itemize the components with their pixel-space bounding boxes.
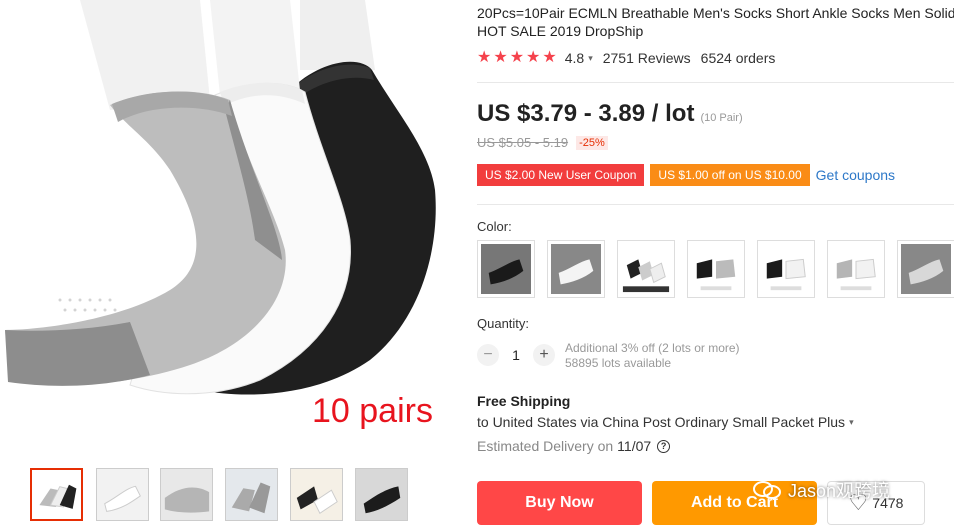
quantity-increase-button[interactable]: + bbox=[533, 344, 555, 366]
swatch-white[interactable] bbox=[547, 240, 605, 298]
quantity-stepper: − 1 + bbox=[477, 343, 555, 367]
product-info-panel: 20Pcs=10Pair ECMLN Breathable Men's Sock… bbox=[473, 0, 954, 530]
thumbnail-4[interactable] bbox=[225, 468, 278, 521]
delivery-prefix: Estimated Delivery on bbox=[477, 438, 614, 454]
socks-illustration bbox=[5, 0, 436, 395]
rating-score[interactable]: 4.8 bbox=[565, 50, 584, 66]
orders-count: 6524 orders bbox=[700, 50, 776, 66]
thumbnail-3[interactable] bbox=[160, 468, 213, 521]
product-gallery: 10 pairs bbox=[0, 0, 452, 530]
quantity-label: Quantity: bbox=[477, 316, 530, 331]
store-coupon[interactable]: US $1.00 off on US $10.00 bbox=[647, 164, 813, 186]
estimated-delivery: Estimated Delivery on 11/07 ? bbox=[477, 438, 671, 454]
delivery-date: 11/07 bbox=[617, 438, 652, 454]
quantity-input[interactable]: 1 bbox=[499, 347, 533, 363]
thumbnail-2[interactable] bbox=[96, 468, 149, 521]
stock-available: 58895 lots available bbox=[565, 356, 672, 370]
buy-now-button[interactable]: Buy Now bbox=[477, 481, 642, 525]
product-title-line-1: 20Pcs=10Pair ECMLN Breathable Men's Sock… bbox=[477, 5, 954, 21]
original-price-row: US $5.05 - 5.19 -25% bbox=[477, 135, 608, 150]
help-icon[interactable]: ? bbox=[657, 439, 671, 453]
main-product-image[interactable]: 10 pairs bbox=[0, 0, 452, 455]
coupon-row: US $2.00 New User Coupon US $1.00 off on… bbox=[473, 164, 895, 186]
quantity-note: Additional 3% off (2 lots or more) 58895… bbox=[565, 341, 740, 371]
quantity-decrease-button[interactable]: − bbox=[477, 344, 499, 366]
rating-row: ★ ★ ★ ★ ★ 4.8 ▾ 2751 Reviews 6524 orders bbox=[477, 48, 775, 68]
color-label: Color: bbox=[477, 219, 512, 234]
star-icon: ★ bbox=[493, 49, 508, 66]
star-icon: ★ bbox=[542, 49, 557, 66]
chevron-down-icon[interactable]: ▾ bbox=[849, 417, 854, 428]
current-price: US $3.79 - 3.89 / lot bbox=[477, 100, 695, 127]
swatch-mixed-3-colors[interactable] bbox=[617, 240, 675, 298]
swatch-5-grey-5-white[interactable] bbox=[827, 240, 885, 298]
thumbnail-5[interactable] bbox=[290, 468, 343, 521]
price-unit: (10 Pair) bbox=[700, 112, 743, 124]
bulk-discount-note: Additional 3% off (2 lots or more) bbox=[565, 341, 740, 355]
divider bbox=[477, 204, 954, 205]
swatch-black[interactable] bbox=[477, 240, 535, 298]
thumbnail-1[interactable] bbox=[30, 468, 83, 521]
original-price: US $5.05 - 5.19 bbox=[477, 135, 569, 150]
thumbnail-6[interactable] bbox=[355, 468, 408, 521]
watermark: Jason观跨境 bbox=[752, 478, 890, 502]
product-title-line-2: HOT SALE 2019 DropShip bbox=[477, 23, 644, 39]
star-icon: ★ bbox=[509, 49, 525, 66]
new-user-coupon[interactable]: US $2.00 New User Coupon bbox=[473, 164, 648, 186]
shipping-destination[interactable]: to United States via China Post Ordinary… bbox=[477, 414, 854, 430]
wechat-icon bbox=[753, 481, 781, 499]
shipping-title: Free Shipping bbox=[477, 393, 571, 409]
swatch-grey[interactable] bbox=[897, 240, 954, 298]
star-rating: ★ ★ ★ ★ ★ bbox=[477, 50, 557, 66]
price-row: US $3.79 - 3.89 / lot (10 Pair) bbox=[477, 100, 743, 130]
shipping-method-text: to United States via China Post Ordinary… bbox=[477, 414, 846, 430]
swatch-5-black-5-grey[interactable] bbox=[687, 240, 745, 298]
star-icon: ★ bbox=[477, 49, 492, 66]
watermark-text: Jason观跨境 bbox=[788, 481, 891, 501]
discount-badge: -25% bbox=[576, 135, 608, 150]
pairs-overlay-label: 10 pairs bbox=[312, 392, 433, 430]
chevron-down-icon[interactable]: ▾ bbox=[588, 53, 593, 64]
product-title: 20Pcs=10Pair ECMLN Breathable Men's Sock… bbox=[477, 4, 954, 40]
reviews-link[interactable]: 2751 Reviews bbox=[603, 50, 691, 66]
get-coupons-link[interactable]: Get coupons bbox=[816, 167, 895, 183]
star-icon: ★ bbox=[526, 49, 541, 66]
swatch-5-black-5-white[interactable] bbox=[757, 240, 815, 298]
divider bbox=[477, 82, 954, 83]
